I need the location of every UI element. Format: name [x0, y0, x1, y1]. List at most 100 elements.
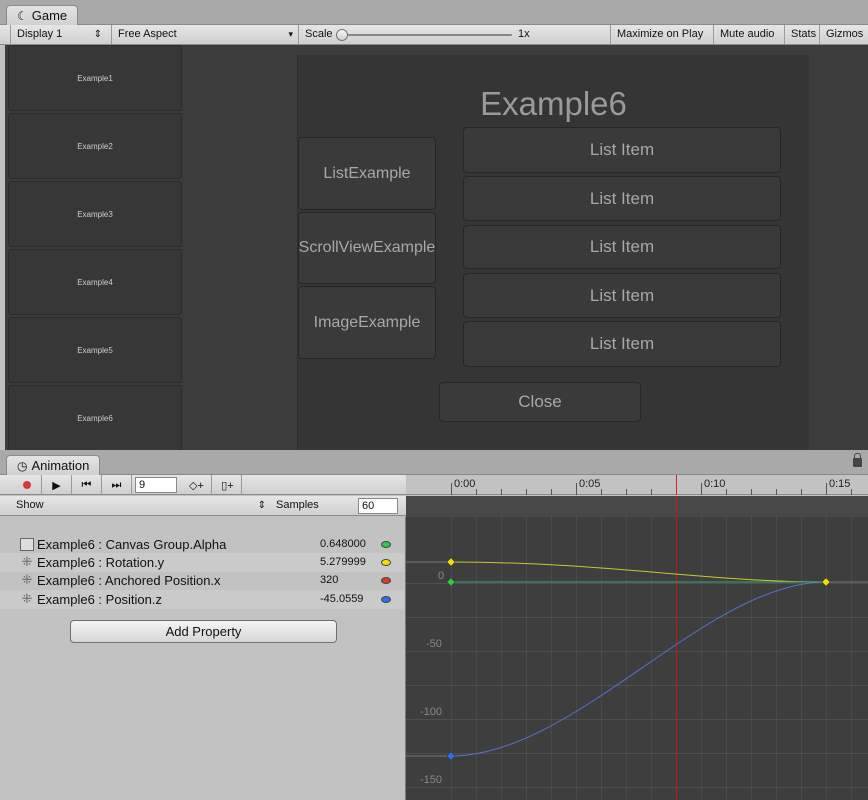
transform-icon: ⁜ — [21, 554, 33, 569]
canvas-group-icon — [20, 538, 34, 551]
record-button[interactable] — [12, 475, 42, 495]
button-label: ListExample — [323, 164, 411, 182]
play-icon: ▶ — [52, 479, 61, 492]
axis-label: 0 — [438, 570, 445, 582]
animation-tab-label: Animation — [31, 458, 90, 473]
game-icon: ☾ — [17, 9, 28, 23]
button-label: ImageExample — [313, 313, 421, 331]
nav-label: Example1 — [77, 73, 113, 83]
gizmos-label: Gizmos — [826, 28, 864, 40]
record-icon — [22, 481, 31, 489]
timeline-ruler[interactable]: 0:00 0:05 0:10 0:15 — [406, 475, 868, 495]
animation-toolbar: ▶ ⏮ ⏭ 9 ◇+ ▯+ — [0, 475, 406, 495]
add-event-button[interactable]: ▯+ — [214, 475, 242, 495]
maximize-on-play-button[interactable]: Maximize on Play — [610, 25, 709, 45]
property-value[interactable]: 320 — [320, 571, 338, 590]
add-property-button[interactable]: Add Property — [70, 620, 337, 643]
mute-label: Mute audio — [720, 28, 775, 40]
nav-button-example1[interactable]: Example1 — [8, 45, 182, 111]
panel-title: Example6 — [480, 85, 627, 122]
aspect-dropdown[interactable]: Free Aspect — [111, 25, 298, 45]
scale-slider-thumb[interactable] — [336, 29, 348, 41]
scale-label: Scale — [305, 28, 333, 40]
add-event-icon: ▯+ — [221, 479, 234, 492]
frame-input[interactable]: 9 — [135, 477, 177, 493]
game-tab[interactable]: ☾ Game — [6, 5, 79, 26]
curve-color-dot — [381, 541, 391, 548]
nav-button-example6[interactable]: Example6 — [8, 385, 182, 450]
animation-tab-bar: ◷ Animation — [0, 450, 868, 476]
transform-icon: ⁜ — [21, 591, 33, 606]
list-item-label: List Item — [589, 188, 655, 208]
clock-icon: ◷ — [17, 459, 28, 473]
list-item[interactable]: List Item — [463, 127, 781, 173]
nav-button-example4[interactable]: Example4 — [8, 249, 182, 315]
game-toolbar: Display 1 Free Aspect Scale 1x Maximize … — [0, 25, 868, 45]
prev-keyframe-button[interactable]: ⏮ — [72, 475, 102, 495]
samples-input[interactable]: 60 — [358, 498, 398, 514]
curve-color-dot — [381, 596, 391, 603]
animation-tab[interactable]: ◷ Animation — [6, 455, 101, 476]
game-tab-bar: ☾ Game — [0, 0, 868, 26]
show-label: Show — [16, 499, 44, 511]
next-keyframe-button[interactable]: ⏭ — [102, 475, 132, 495]
property-row[interactable]: ⁜ Example6 : Anchored Position.x 320 — [0, 571, 404, 590]
nav-button-example5[interactable]: Example5 — [8, 317, 182, 383]
gizmos-button[interactable]: Gizmos — [819, 25, 868, 45]
prev-keyframe-icon: ⏮ — [81, 478, 92, 491]
list-item-label: List Item — [589, 140, 655, 159]
scale-slider-track[interactable] — [342, 34, 512, 36]
time-label: 0:05 — [579, 478, 601, 490]
time-label: 0:15 — [829, 478, 851, 490]
close-label: Close — [518, 392, 562, 411]
nav-button-example3[interactable]: Example3 — [8, 181, 182, 247]
property-row[interactable]: ⁜ Example6 : Rotation.y 5.279999 — [0, 553, 404, 572]
button-label: ScrollViewExample — [298, 239, 436, 256]
property-name: Example6 : Rotation.y — [37, 555, 165, 570]
property-name: Example6 : Anchored Position.x — [37, 573, 221, 588]
lock-icon[interactable] — [853, 453, 862, 467]
property-name: Example6 : Position.z — [37, 592, 163, 607]
transform-icon: ⁜ — [21, 572, 33, 587]
axis-label: -150 — [420, 774, 443, 786]
display-label: Display 1 — [17, 28, 63, 40]
add-keyframe-button[interactable]: ◇+ — [182, 475, 212, 495]
curve-canvas — [406, 496, 868, 800]
samples-label: Samples — [276, 499, 319, 511]
axis-label: -100 — [420, 706, 443, 718]
nav-label: Example5 — [77, 345, 113, 355]
display-dropdown[interactable]: Display 1 — [10, 25, 106, 45]
example-panel: Example6 ListExample ScrollViewExample I… — [297, 55, 809, 450]
nav-label: Example3 — [77, 209, 113, 219]
list-item[interactable]: List Item — [463, 176, 781, 221]
play-button[interactable]: ▶ — [42, 475, 72, 495]
property-row[interactable]: Example6 : Canvas Group.Alpha 0.648000 — [0, 535, 404, 554]
show-row: Show Samples 60 — [0, 496, 406, 516]
list-item[interactable]: List Item — [463, 273, 781, 318]
curve-editor[interactable]: 0 -50 -100 -150 — [406, 496, 868, 800]
mute-audio-button[interactable]: Mute audio — [713, 25, 780, 45]
maximize-label: Maximize on Play — [617, 28, 704, 40]
list-example-button[interactable]: ListExample — [298, 137, 436, 210]
close-button[interactable]: Close — [439, 382, 641, 422]
stats-button[interactable]: Stats — [784, 25, 822, 45]
property-value[interactable]: -45.0559 — [320, 590, 363, 609]
image-example-button[interactable]: ImageExample — [298, 286, 436, 359]
property-row[interactable]: ⁜ Example6 : Position.z -45.0559 — [0, 590, 404, 609]
scrollview-example-button[interactable]: ScrollViewExample — [298, 212, 436, 284]
nav-button-example2[interactable]: Example2 — [8, 113, 182, 179]
time-label: 0:10 — [704, 478, 726, 490]
next-keyframe-icon: ⏭ — [111, 478, 122, 491]
nav-label: Example4 — [77, 277, 113, 287]
game-view: Example1 Example2 Example3 Example4 Exam… — [5, 45, 868, 450]
list-item[interactable]: List Item — [463, 321, 781, 367]
scale-value: 1x — [518, 28, 530, 40]
list-item-label: List Item — [589, 285, 655, 305]
list-item[interactable]: List Item — [463, 225, 781, 269]
add-property-label: Add Property — [165, 624, 242, 639]
property-value[interactable]: 0.648000 — [320, 535, 366, 554]
property-name: Example6 : Canvas Group.Alpha — [37, 537, 227, 552]
show-dropdown[interactable]: Show — [10, 496, 270, 516]
stats-label: Stats — [791, 28, 817, 40]
property-value[interactable]: 5.279999 — [320, 553, 366, 572]
